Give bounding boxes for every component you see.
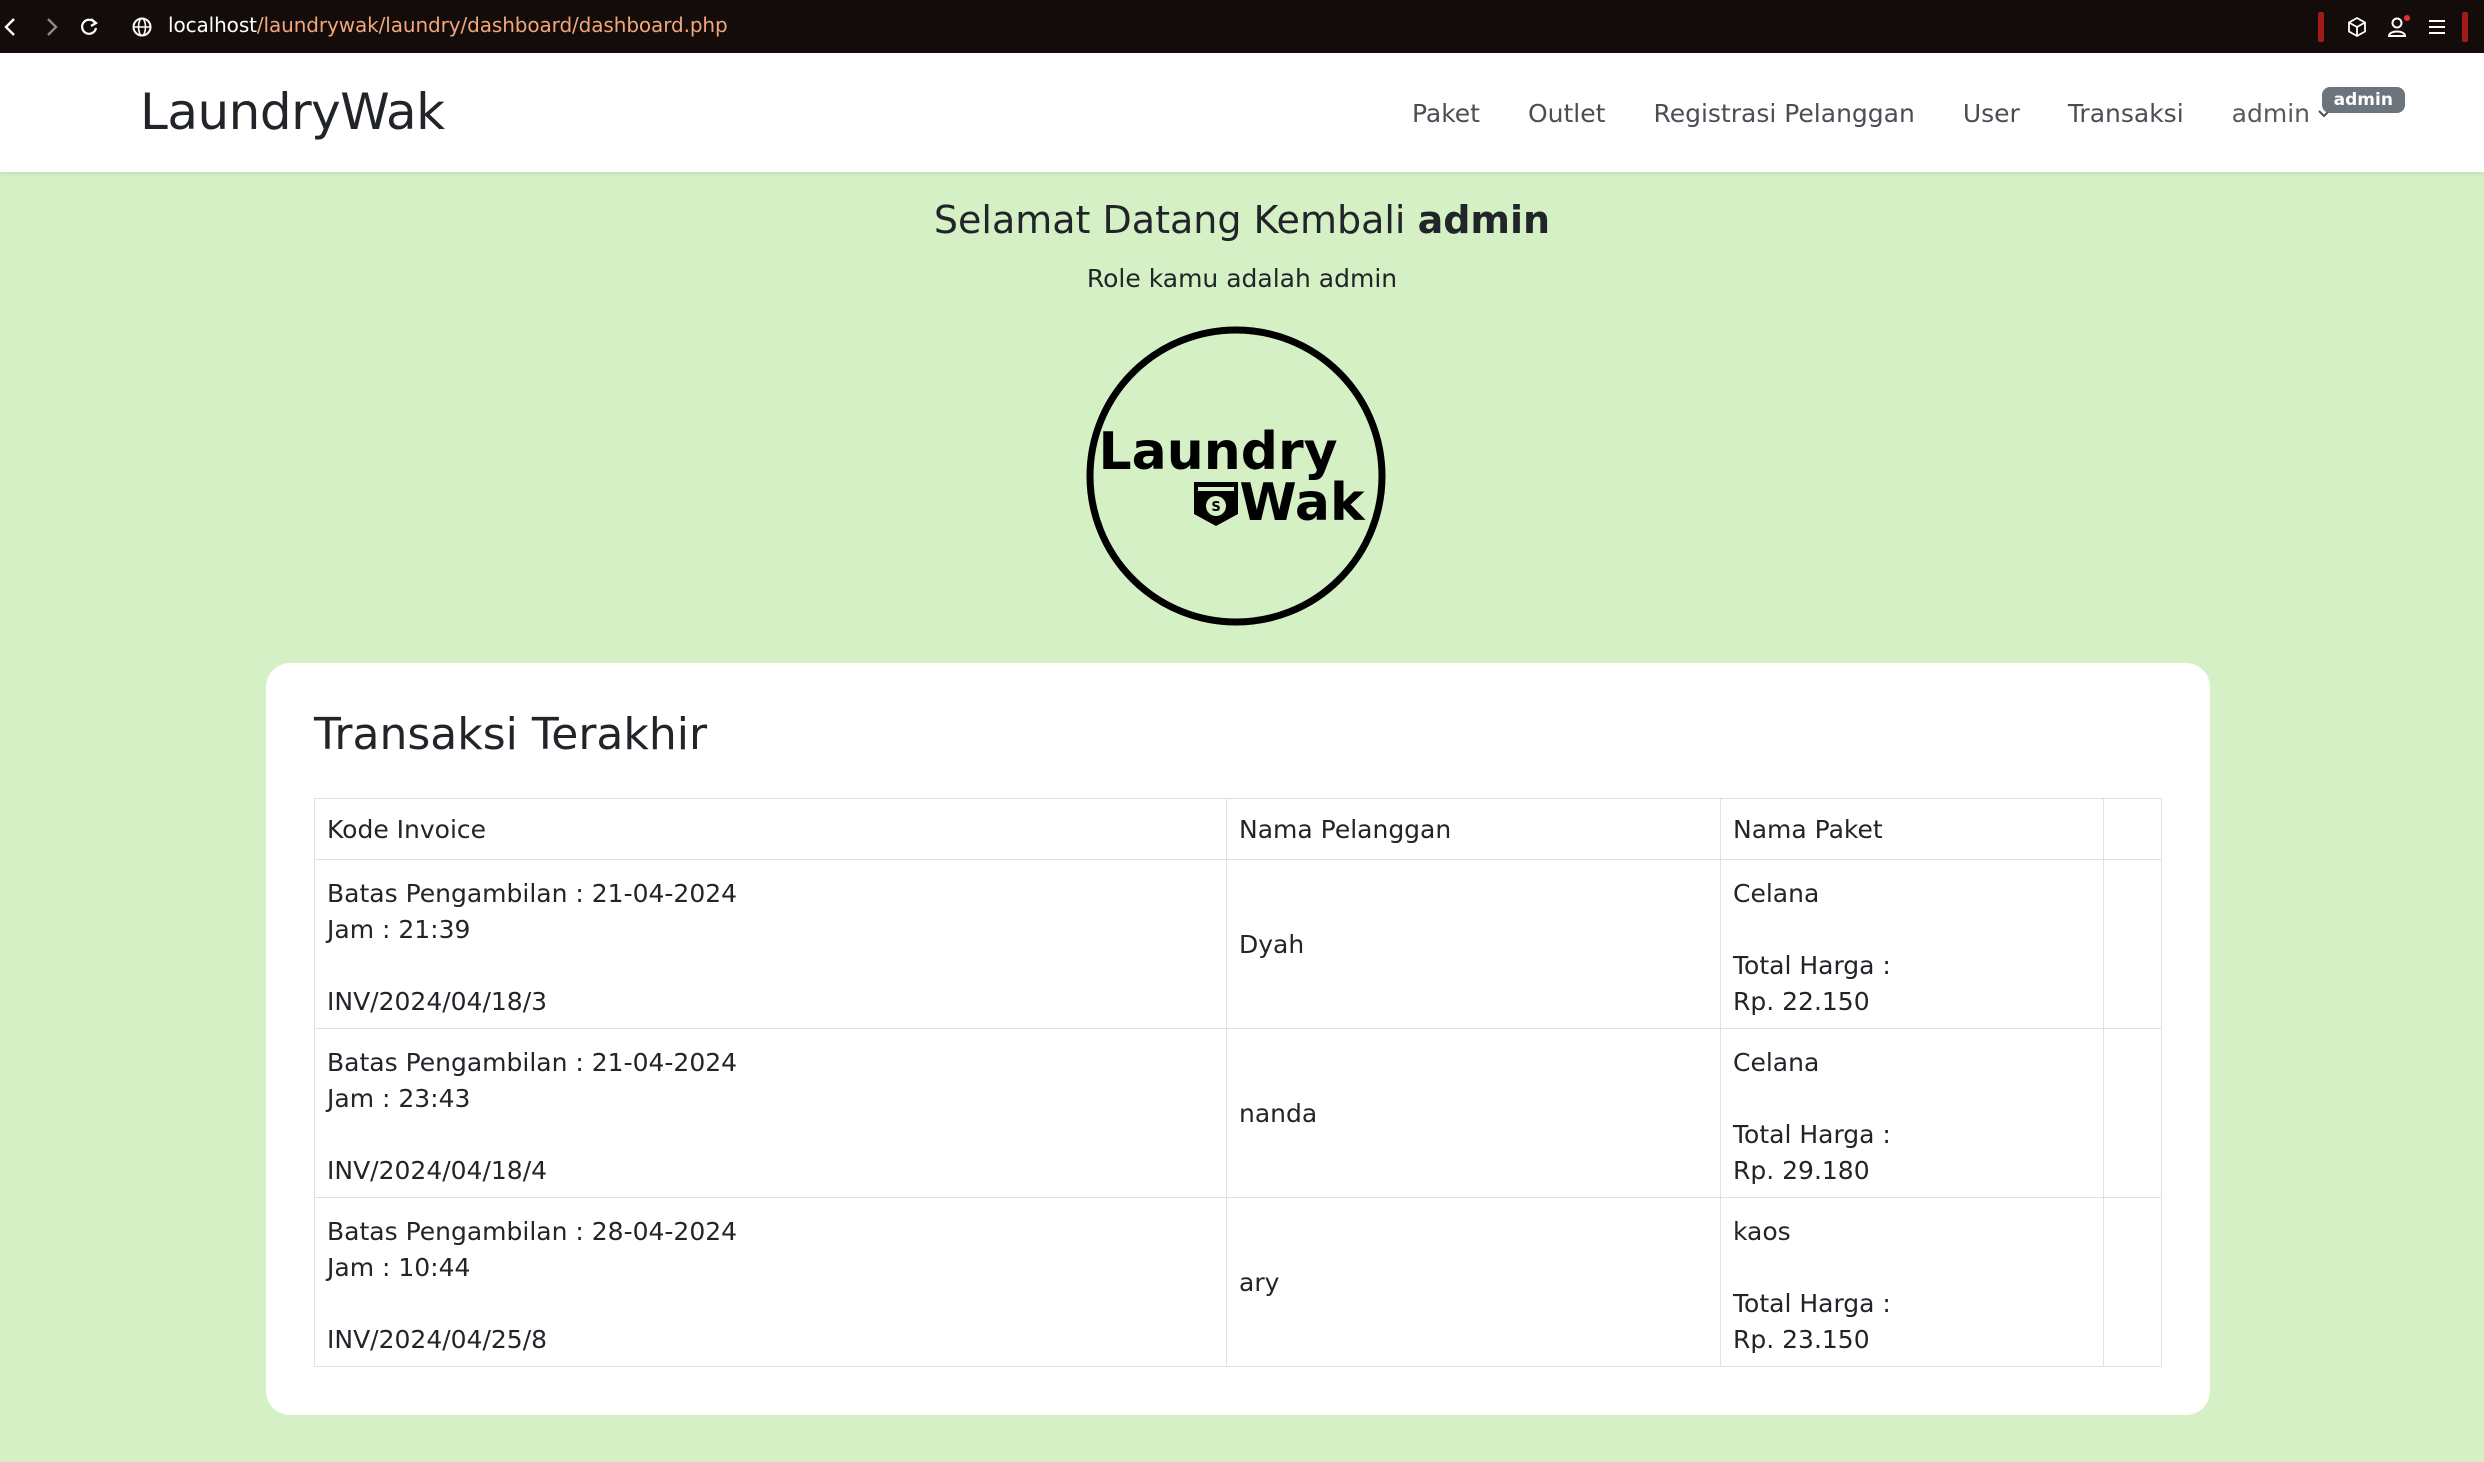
table-row: Batas Pengambilan : 28-04-2024 Jam : 10:…	[314, 1197, 2162, 1367]
transactions-table: Kode Invoice Nama Pelanggan Nama Paket B…	[314, 798, 2162, 1367]
paket-name: kaos	[1733, 1217, 1791, 1246]
header-kode-invoice: Kode Invoice	[314, 798, 1227, 860]
table-row: Batas Pengambilan : 21-04-2024 Jam : 21:…	[314, 859, 2162, 1029]
nav-item-transaksi[interactable]: Transaksi	[2068, 99, 2184, 128]
nav-menu: Paket Outlet Registrasi Pelanggan User T…	[1412, 87, 2405, 128]
total-harga-value: Rp. 29.180	[1733, 1156, 1870, 1185]
user-dropdown[interactable]: admin admin	[2231, 87, 2405, 128]
top-navbar: LaundryWak Paket Outlet Registrasi Pelan…	[0, 53, 2484, 172]
recording-indicator	[2318, 12, 2324, 42]
recent-transactions-card: Transaksi Terakhir Kode Invoice Nama Pel…	[266, 663, 2210, 1415]
paket-name: Celana	[1733, 1048, 1820, 1077]
batas-pengambilan: Batas Pengambilan : 21-04-2024	[327, 1048, 738, 1077]
header-nama-pelanggan: Nama Pelanggan	[1226, 798, 1721, 860]
cell-nama-pelanggan: ary	[1226, 1197, 1721, 1367]
invoice-code: INV/2024/04/25/8	[327, 1325, 548, 1354]
invoice-code: INV/2024/04/18/4	[327, 1156, 548, 1185]
welcome-username: admin	[1417, 198, 1551, 242]
paket-name: Celana	[1733, 879, 1820, 908]
table-header-row: Kode Invoice Nama Pelanggan Nama Paket	[314, 798, 2162, 860]
role-text: Role kamu adalah admin	[1086, 264, 1398, 293]
reload-icon[interactable]	[74, 12, 104, 42]
person-icon[interactable]	[2383, 12, 2413, 42]
recording-indicator-right	[2462, 12, 2468, 42]
jam: Jam : 23:43	[327, 1084, 471, 1113]
nav-item-paket[interactable]: Paket	[1412, 99, 1480, 128]
cell-empty	[2103, 859, 2162, 1029]
arrow-right-icon[interactable]	[36, 12, 66, 42]
user-dropdown-label: admin	[2231, 99, 2310, 128]
total-harga-value: Rp. 23.150	[1733, 1325, 1870, 1354]
cell-nama-pelanggan: Dyah	[1226, 859, 1721, 1029]
cell-kode-invoice: Batas Pengambilan : 21-04-2024 Jam : 21:…	[314, 859, 1227, 1029]
arrow-left-icon[interactable]	[0, 12, 26, 42]
invoice-code: INV/2024/04/18/3	[327, 987, 548, 1016]
jam: Jam : 10:44	[327, 1253, 471, 1282]
brand-logo-text[interactable]: LaundryWak	[140, 83, 445, 141]
cell-nama-pelanggan: nanda	[1226, 1028, 1721, 1198]
total-harga-label: Total Harga :	[1733, 951, 1891, 980]
cell-empty	[2103, 1197, 2162, 1367]
welcome-greeting: Selamat Datang Kembali	[933, 198, 1406, 242]
batas-pengambilan: Batas Pengambilan : 21-04-2024	[327, 879, 738, 908]
logo-text-wak: Wak	[1239, 473, 1366, 533]
total-harga-label: Total Harga :	[1733, 1120, 1891, 1149]
url-path: /laundrywak/laundry/dashboard/dashboard.…	[256, 13, 728, 37]
browser-toolbar: localhost/laundrywak/laundry/dashboard/d…	[0, 0, 2484, 53]
laundrywak-logo: Laundry Wak S	[1086, 326, 1386, 626]
header-empty	[2103, 798, 2162, 860]
nav-item-user[interactable]: User	[1963, 99, 2020, 128]
batas-pengambilan: Batas Pengambilan : 28-04-2024	[327, 1217, 738, 1246]
nav-item-outlet[interactable]: Outlet	[1528, 99, 1605, 128]
cell-nama-paket: Celana Total Harga : Rp. 22.150	[1720, 859, 2104, 1029]
logo-mark: S	[1211, 500, 1220, 515]
table-row: Batas Pengambilan : 21-04-2024 Jam : 23:…	[314, 1028, 2162, 1198]
welcome-heading: Selamat Datang Kembali admin	[0, 198, 2484, 242]
url-host: localhost	[168, 13, 257, 37]
total-harga-label: Total Harga :	[1733, 1289, 1891, 1318]
globe-icon	[127, 12, 157, 42]
card-title: Transaksi Terakhir	[314, 709, 708, 760]
nav-item-registrasi-pelanggan[interactable]: Registrasi Pelanggan	[1653, 99, 1914, 128]
menu-icon[interactable]	[2422, 12, 2452, 42]
jam: Jam : 21:39	[327, 915, 471, 944]
cell-kode-invoice: Batas Pengambilan : 28-04-2024 Jam : 10:…	[314, 1197, 1227, 1367]
role-badge: admin	[2321, 87, 2405, 113]
cell-nama-paket: Celana Total Harga : Rp. 29.180	[1720, 1028, 2104, 1198]
cube-icon[interactable]	[2342, 12, 2372, 42]
cell-empty	[2103, 1028, 2162, 1198]
cell-kode-invoice: Batas Pengambilan : 21-04-2024 Jam : 23:…	[314, 1028, 1227, 1198]
header-nama-paket: Nama Paket	[1720, 798, 2104, 860]
cell-nama-paket: kaos Total Harga : Rp. 23.150	[1720, 1197, 2104, 1367]
total-harga-value: Rp. 22.150	[1733, 987, 1870, 1016]
address-bar[interactable]: localhost/laundrywak/laundry/dashboard/d…	[168, 13, 728, 37]
